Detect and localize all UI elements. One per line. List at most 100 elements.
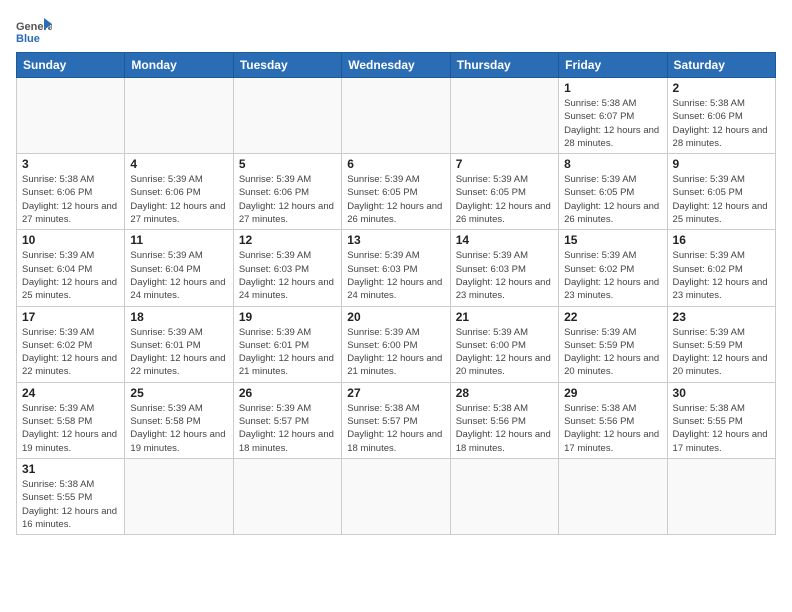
calendar-day-cell: 21 Sunrise: 5:39 AMSunset: 6:00 PMDayligh… <box>450 306 558 382</box>
calendar-day-cell <box>450 78 558 154</box>
calendar-day-cell: 13 Sunrise: 5:39 AMSunset: 6:03 PMDayligh… <box>342 230 450 306</box>
calendar-day-cell: 16 Sunrise: 5:39 AMSunset: 6:02 PMDayligh… <box>667 230 775 306</box>
day-info: Sunrise: 5:39 AMSunset: 6:03 PMDaylight:… <box>239 249 336 302</box>
calendar-day-cell: 25 Sunrise: 5:39 AMSunset: 5:58 PMDayligh… <box>125 382 233 458</box>
day-number: 13 <box>347 233 444 247</box>
calendar-day-cell: 9 Sunrise: 5:39 AMSunset: 6:05 PMDaylight… <box>667 154 775 230</box>
calendar-week-row: 31Sunrise: 5:38 AMSunset: 5:55 PMDayligh… <box>17 458 776 534</box>
day-info: Sunrise: 5:39 AMSunset: 6:03 PMDaylight:… <box>456 249 553 302</box>
day-info: Sunrise: 5:39 AMSunset: 5:59 PMDaylight:… <box>673 326 770 379</box>
day-number: 10 <box>22 233 119 247</box>
day-number: 15 <box>564 233 661 247</box>
calendar-day-cell: 4 Sunrise: 5:39 AMSunset: 6:06 PMDaylight… <box>125 154 233 230</box>
day-info: Sunrise: 5:39 AMSunset: 6:05 PMDaylight:… <box>673 173 770 226</box>
calendar-day-cell: 17Sunrise: 5:39 AMSunset: 6:02 PMDayligh… <box>17 306 125 382</box>
calendar-day-cell: 20 Sunrise: 5:39 AMSunset: 6:00 PMDayligh… <box>342 306 450 382</box>
calendar-day-cell <box>233 78 341 154</box>
calendar-day-cell <box>125 458 233 534</box>
day-number: 2 <box>673 81 770 95</box>
day-header-saturday: Saturday <box>667 53 775 78</box>
day-number: 17 <box>22 310 119 324</box>
day-number: 16 <box>673 233 770 247</box>
day-number: 23 <box>673 310 770 324</box>
calendar-day-cell: 2 Sunrise: 5:38 AMSunset: 6:06 PMDaylight… <box>667 78 775 154</box>
calendar-day-cell: 22 Sunrise: 5:39 AMSunset: 5:59 PMDayligh… <box>559 306 667 382</box>
day-info: Sunrise: 5:39 AMSunset: 5:57 PMDaylight:… <box>239 402 336 455</box>
calendar-day-cell <box>125 78 233 154</box>
day-info: Sunrise: 5:39 AMSunset: 5:58 PMDaylight:… <box>130 402 227 455</box>
day-number: 26 <box>239 386 336 400</box>
calendar-day-cell: 18 Sunrise: 5:39 AMSunset: 6:01 PMDayligh… <box>125 306 233 382</box>
day-number: 24 <box>22 386 119 400</box>
day-number: 18 <box>130 310 227 324</box>
calendar-day-cell <box>559 458 667 534</box>
day-info: Sunrise: 5:39 AMSunset: 6:04 PMDaylight:… <box>22 249 119 302</box>
day-info: Sunrise: 5:39 AMSunset: 6:01 PMDaylight:… <box>239 326 336 379</box>
day-info: Sunrise: 5:39 AMSunset: 6:05 PMDaylight:… <box>347 173 444 226</box>
day-number: 25 <box>130 386 227 400</box>
calendar-week-row: 10 Sunrise: 5:39 AMSunset: 6:04 PMDayligh… <box>17 230 776 306</box>
day-info: Sunrise: 5:39 AMSunset: 5:59 PMDaylight:… <box>564 326 661 379</box>
day-number: 4 <box>130 157 227 171</box>
calendar-day-cell: 1 Sunrise: 5:38 AMSunset: 6:07 PMDaylight… <box>559 78 667 154</box>
calendar-day-cell <box>17 78 125 154</box>
calendar-day-cell: 23 Sunrise: 5:39 AMSunset: 5:59 PMDayligh… <box>667 306 775 382</box>
day-number: 22 <box>564 310 661 324</box>
day-info: Sunrise: 5:39 AMSunset: 5:58 PMDaylight:… <box>22 402 119 455</box>
day-info: Sunrise: 5:38 AMSunset: 6:06 PMDaylight:… <box>673 97 770 150</box>
day-number: 30 <box>673 386 770 400</box>
day-info: Sunrise: 5:39 AMSunset: 6:06 PMDaylight:… <box>130 173 227 226</box>
calendar-day-cell: 8Sunrise: 5:39 AMSunset: 6:05 PMDaylight… <box>559 154 667 230</box>
calendar-day-cell <box>342 458 450 534</box>
calendar-week-row: 1 Sunrise: 5:38 AMSunset: 6:07 PMDaylight… <box>17 78 776 154</box>
day-info: Sunrise: 5:39 AMSunset: 6:06 PMDaylight:… <box>239 173 336 226</box>
calendar-header-row: SundayMondayTuesdayWednesdayThursdayFrid… <box>17 53 776 78</box>
day-info: Sunrise: 5:38 AMSunset: 6:07 PMDaylight:… <box>564 97 661 150</box>
day-number: 11 <box>130 233 227 247</box>
day-number: 7 <box>456 157 553 171</box>
calendar-day-cell <box>450 458 558 534</box>
day-number: 29 <box>564 386 661 400</box>
day-info: Sunrise: 5:39 AMSunset: 6:00 PMDaylight:… <box>347 326 444 379</box>
calendar-day-cell: 24 Sunrise: 5:39 AMSunset: 5:58 PMDayligh… <box>17 382 125 458</box>
day-header-monday: Monday <box>125 53 233 78</box>
calendar-day-cell: 27 Sunrise: 5:38 AMSunset: 5:57 PMDayligh… <box>342 382 450 458</box>
calendar-day-cell: 12 Sunrise: 5:39 AMSunset: 6:03 PMDayligh… <box>233 230 341 306</box>
day-number: 3 <box>22 157 119 171</box>
calendar-week-row: 17Sunrise: 5:39 AMSunset: 6:02 PMDayligh… <box>17 306 776 382</box>
day-info: Sunrise: 5:39 AMSunset: 6:02 PMDaylight:… <box>673 249 770 302</box>
day-header-wednesday: Wednesday <box>342 53 450 78</box>
day-number: 6 <box>347 157 444 171</box>
logo: General Blue <box>16 16 52 46</box>
day-info: Sunrise: 5:39 AMSunset: 6:03 PMDaylight:… <box>347 249 444 302</box>
calendar-day-cell <box>667 458 775 534</box>
calendar-day-cell: 28Sunrise: 5:38 AMSunset: 5:56 PMDayligh… <box>450 382 558 458</box>
calendar-day-cell: 29 Sunrise: 5:38 AMSunset: 5:56 PMDayligh… <box>559 382 667 458</box>
calendar-day-cell: 11Sunrise: 5:39 AMSunset: 6:04 PMDayligh… <box>125 230 233 306</box>
calendar-day-cell: 7 Sunrise: 5:39 AMSunset: 6:05 PMDaylight… <box>450 154 558 230</box>
day-info: Sunrise: 5:38 AMSunset: 5:57 PMDaylight:… <box>347 402 444 455</box>
day-info: Sunrise: 5:39 AMSunset: 6:01 PMDaylight:… <box>130 326 227 379</box>
calendar-day-cell <box>342 78 450 154</box>
day-number: 9 <box>673 157 770 171</box>
day-header-sunday: Sunday <box>17 53 125 78</box>
day-number: 1 <box>564 81 661 95</box>
day-number: 27 <box>347 386 444 400</box>
calendar-week-row: 24 Sunrise: 5:39 AMSunset: 5:58 PMDayligh… <box>17 382 776 458</box>
day-info: Sunrise: 5:39 AMSunset: 6:00 PMDaylight:… <box>456 326 553 379</box>
day-number: 12 <box>239 233 336 247</box>
day-info: Sunrise: 5:39 AMSunset: 6:02 PMDaylight:… <box>564 249 661 302</box>
calendar-day-cell: 30Sunrise: 5:38 AMSunset: 5:55 PMDayligh… <box>667 382 775 458</box>
day-header-friday: Friday <box>559 53 667 78</box>
day-number: 14 <box>456 233 553 247</box>
day-number: 21 <box>456 310 553 324</box>
day-number: 20 <box>347 310 444 324</box>
day-number: 31 <box>22 462 119 476</box>
calendar-day-cell: 26 Sunrise: 5:39 AMSunset: 5:57 PMDayligh… <box>233 382 341 458</box>
calendar-day-cell: 6 Sunrise: 5:39 AMSunset: 6:05 PMDaylight… <box>342 154 450 230</box>
day-number: 19 <box>239 310 336 324</box>
day-info: Sunrise: 5:39 AMSunset: 6:05 PMDaylight:… <box>456 173 553 226</box>
day-info: Sunrise: 5:38 AMSunset: 5:56 PMDaylight:… <box>564 402 661 455</box>
day-number: 8 <box>564 157 661 171</box>
svg-text:Blue: Blue <box>16 33 40 45</box>
